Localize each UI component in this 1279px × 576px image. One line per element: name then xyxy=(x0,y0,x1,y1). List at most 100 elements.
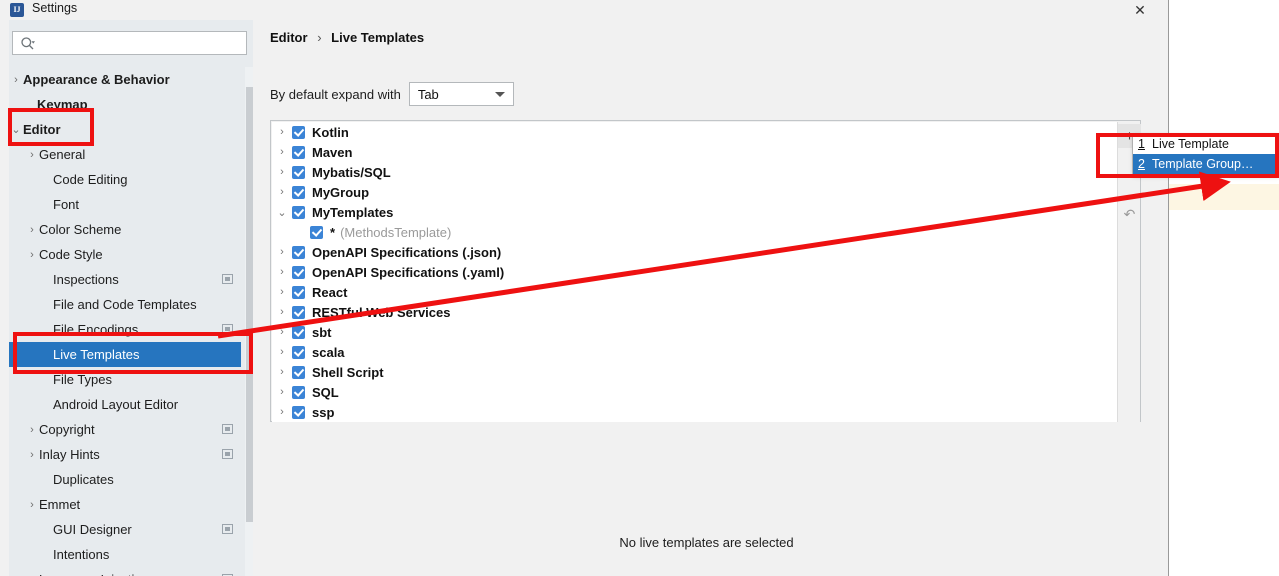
sidebar-item-label: Inspections xyxy=(53,272,119,287)
sidebar-item-intentions[interactable]: Intentions xyxy=(9,542,241,567)
template-group-row[interactable]: › OpenAPI Specifications (.yaml) xyxy=(272,262,1117,282)
expand-with-dropdown[interactable]: Tab xyxy=(408,82,514,106)
sidebar-item-live-templates[interactable]: Live Templates xyxy=(9,342,241,367)
chevron-right-icon[interactable]: › xyxy=(25,224,39,236)
checkbox-checked-icon[interactable] xyxy=(310,225,323,239)
popup-item-label: Template Group… xyxy=(1152,157,1254,171)
checkbox-checked-icon[interactable] xyxy=(292,385,305,399)
sidebar-item-editor[interactable]: ⌄ Editor xyxy=(9,117,241,142)
sidebar-item-keymap[interactable]: Keymap xyxy=(9,92,241,117)
sidebar-item-label: Color Scheme xyxy=(39,222,122,237)
chevron-right-icon[interactable]: › xyxy=(272,246,292,258)
template-group-row[interactable]: › Maven xyxy=(272,142,1117,162)
search-box[interactable] xyxy=(12,31,247,55)
checkbox-checked-icon[interactable] xyxy=(292,365,305,379)
revert-icon[interactable]: ↶ xyxy=(1118,202,1141,226)
dialog-title: Settings xyxy=(32,1,78,15)
checkbox-checked-icon[interactable] xyxy=(292,165,305,179)
sidebar-item-code-editing[interactable]: Code Editing xyxy=(9,167,241,192)
template-group-row[interactable]: › scala xyxy=(272,342,1117,362)
chevron-right-icon[interactable]: › xyxy=(272,186,292,198)
chevron-right-icon[interactable]: › xyxy=(272,346,292,358)
sidebar-item-inlay-hints[interactable]: › Inlay Hints xyxy=(9,442,241,467)
checkbox-checked-icon[interactable] xyxy=(292,265,305,279)
template-group-row[interactable]: › Kotlin xyxy=(272,122,1117,142)
template-label: OpenAPI Specifications (.yaml) xyxy=(312,264,505,280)
checkbox-checked-icon[interactable] xyxy=(292,145,305,159)
sidebar-item-font[interactable]: Font xyxy=(9,192,241,217)
chevron-right-icon[interactable]: › xyxy=(272,326,292,338)
chevron-right-icon[interactable]: › xyxy=(272,266,292,278)
sidebar-item-inspections[interactable]: Inspections xyxy=(9,267,241,292)
chevron-right-icon[interactable]: › xyxy=(25,449,39,461)
sidebar-item-color-scheme[interactable]: › Color Scheme xyxy=(9,217,241,242)
checkbox-checked-icon[interactable] xyxy=(292,325,305,339)
sidebar-item-label: Android Layout Editor xyxy=(53,397,179,412)
chevron-right-icon[interactable]: › xyxy=(272,366,292,378)
sidebar-item-emmet[interactable]: › Emmet xyxy=(9,492,241,517)
sidebar-item-file-and-code-templates[interactable]: File and Code Templates xyxy=(9,292,241,317)
checkbox-checked-icon[interactable] xyxy=(292,205,305,219)
sidebar-item-label: Appearance & Behavior xyxy=(23,72,170,87)
chevron-right-icon[interactable]: › xyxy=(272,386,292,398)
sidebar-item-code-style[interactable]: › Code Style xyxy=(9,242,241,267)
sidebar-item-android-layout-editor[interactable]: Android Layout Editor xyxy=(9,392,241,417)
checkbox-checked-icon[interactable] xyxy=(292,125,305,139)
chevron-down-icon[interactable]: ⌄ xyxy=(272,206,292,219)
sidebar-item-label: General xyxy=(39,147,86,162)
template-group-row[interactable]: › ssp xyxy=(272,402,1117,422)
add-template-popup-menu[interactable]: 1 Live Template 2 Template Group… xyxy=(1132,133,1279,175)
chevron-right-icon[interactable]: › xyxy=(272,166,292,178)
template-group-row[interactable]: › OpenAPI Specifications (.json) xyxy=(272,242,1117,262)
search-input[interactable] xyxy=(39,32,244,54)
chevron-right-icon[interactable]: › xyxy=(272,126,292,138)
sidebar-item-language-injections[interactable]: ›Language Injections xyxy=(9,567,241,576)
chevron-right-icon[interactable]: › xyxy=(25,149,39,161)
template-group-row[interactable]: › MyGroup xyxy=(272,182,1117,202)
checkbox-checked-icon[interactable] xyxy=(292,285,305,299)
template-label: OpenAPI Specifications (.json) xyxy=(312,244,502,260)
template-group-row[interactable]: › Shell Script xyxy=(272,362,1117,382)
template-label: MyTemplates xyxy=(312,204,394,220)
settings-dialog: IJ Settings ✕ › Appearance & Behavior Keym… xyxy=(0,0,1160,576)
chevron-right-icon[interactable]: › xyxy=(272,306,292,318)
checkbox-checked-icon[interactable] xyxy=(292,185,305,199)
chevron-right-icon[interactable]: › xyxy=(25,249,39,261)
checkbox-checked-icon[interactable] xyxy=(292,405,305,419)
popup-menu-item-template-group[interactable]: 2 Template Group… xyxy=(1133,154,1278,174)
chevron-right-icon[interactable]: › xyxy=(272,146,292,158)
sidebar-item-file-encodings[interactable]: File Encodings xyxy=(9,317,241,342)
sidebar-item-label: Code Editing xyxy=(53,172,128,187)
breadcrumb-root[interactable]: Editor xyxy=(270,30,308,45)
settings-category-tree[interactable]: › Appearance & Behavior Keymap ⌄ Editor › Gene… xyxy=(9,67,253,576)
sidebar-item-general[interactable]: › General xyxy=(9,142,241,167)
chevron-right-icon[interactable]: › xyxy=(272,406,292,418)
close-icon[interactable]: ✕ xyxy=(1120,0,1160,20)
template-group-row[interactable]: › SQL xyxy=(272,382,1117,402)
checkbox-checked-icon[interactable] xyxy=(292,245,305,259)
template-group-row[interactable]: › sbt xyxy=(272,322,1117,342)
template-label: * xyxy=(330,224,336,240)
template-group-row[interactable]: ⌄ MyTemplates xyxy=(272,202,1117,222)
sidebar-item-duplicates[interactable]: Duplicates xyxy=(9,467,241,492)
chevron-down-icon[interactable]: ⌄ xyxy=(9,123,23,136)
sidebar-item-copyright[interactable]: › Copyright xyxy=(9,417,241,442)
sidebar-item-file-types[interactable]: File Types xyxy=(9,367,241,392)
sidebar-item-label: Copyright xyxy=(39,422,95,437)
chevron-right-icon[interactable]: › xyxy=(25,424,39,436)
template-group-row[interactable]: * (MethodsTemplate) xyxy=(272,222,1117,242)
template-group-row[interactable]: › Mybatis/SQL xyxy=(272,162,1117,182)
template-label: Kotlin xyxy=(312,124,349,140)
template-group-row[interactable]: › RESTful Web Services xyxy=(272,302,1117,322)
template-group-row[interactable]: › React xyxy=(272,282,1117,302)
popup-item-label: Live Template xyxy=(1152,137,1229,151)
sidebar-item-appearance-behavior[interactable]: › Appearance & Behavior xyxy=(9,67,241,92)
popup-menu-item-live-template[interactable]: 1 Live Template xyxy=(1133,134,1278,154)
chevron-right-icon[interactable]: › xyxy=(9,74,23,86)
chevron-right-icon[interactable]: › xyxy=(272,286,292,298)
sidebar-item-gui-designer[interactable]: GUI Designer xyxy=(9,517,241,542)
checkbox-checked-icon[interactable] xyxy=(292,305,305,319)
checkbox-checked-icon[interactable] xyxy=(292,345,305,359)
live-templates-tree[interactable]: › Kotlin › Maven › Mybatis/SQL › MyGroup ⌄ MyTemp… xyxy=(272,122,1117,422)
chevron-right-icon[interactable]: › xyxy=(25,499,39,511)
